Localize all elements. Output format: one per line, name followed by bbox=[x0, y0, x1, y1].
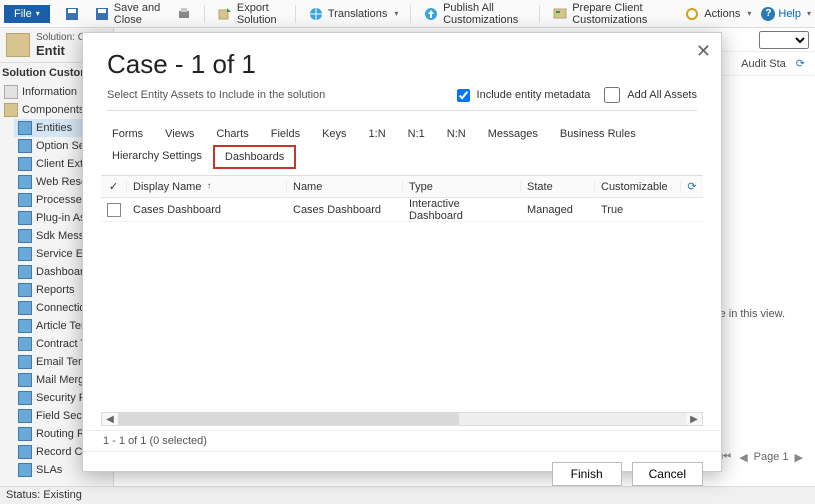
nav-icon bbox=[18, 193, 32, 207]
save-icon bbox=[64, 6, 80, 22]
nav-icon bbox=[18, 265, 32, 279]
tab-n-1[interactable]: N:1 bbox=[397, 123, 436, 145]
publish-icon bbox=[423, 6, 439, 22]
tab-business-rules[interactable]: Business Rules bbox=[549, 123, 647, 145]
view-select[interactable] bbox=[759, 31, 809, 49]
tab-hierarchy-settings[interactable]: Hierarchy Settings bbox=[101, 145, 213, 169]
nav-icon bbox=[18, 409, 32, 423]
dialog-close-button[interactable]: ✕ bbox=[696, 41, 711, 62]
audit-col: Audit Sta bbox=[741, 58, 786, 70]
pager-prev[interactable]: ◀ bbox=[737, 451, 749, 464]
nav-icon bbox=[18, 301, 32, 315]
solution-entity: Entit bbox=[36, 43, 85, 58]
col-name[interactable]: Name bbox=[287, 181, 403, 193]
publish-label: Publish All Customizations bbox=[443, 2, 527, 26]
page-label: Page 1 bbox=[754, 451, 789, 463]
col-customizable[interactable]: Customizable bbox=[595, 181, 681, 193]
dialog-footer: Finish Cancel bbox=[83, 451, 721, 500]
export-icon bbox=[217, 6, 233, 22]
nav-icon bbox=[18, 427, 32, 441]
col-type[interactable]: Type bbox=[403, 181, 521, 193]
components-icon bbox=[4, 103, 18, 117]
prepare-label: Prepare Client Customizations bbox=[572, 2, 670, 26]
prepare-client-button[interactable]: Prepare Client Customizations bbox=[546, 0, 676, 28]
info-icon bbox=[4, 85, 18, 99]
scroll-left-icon[interactable]: ◀ bbox=[102, 414, 118, 425]
solution-label: Solution: C bbox=[36, 32, 85, 43]
save-close-button[interactable]: Save and Close bbox=[88, 0, 168, 28]
tab-n-n[interactable]: N:N bbox=[436, 123, 477, 145]
actions-label: Actions bbox=[704, 8, 740, 20]
nav-icon bbox=[18, 319, 32, 333]
select-all-checkbox[interactable]: ✓ bbox=[101, 180, 127, 193]
empty-hint: e in this view. bbox=[720, 308, 785, 320]
col-display-name[interactable]: Display Name bbox=[127, 181, 287, 193]
tab-dashboards[interactable]: Dashboards bbox=[213, 145, 296, 169]
tab-views[interactable]: Views bbox=[154, 123, 205, 145]
translations-button[interactable]: Translations bbox=[302, 4, 405, 24]
nav-icon bbox=[18, 355, 32, 369]
nav-icon bbox=[18, 247, 32, 261]
scroll-right-icon[interactable]: ▶ bbox=[686, 414, 702, 425]
save-close-label: Save and Close bbox=[114, 2, 162, 26]
export-solution-button[interactable]: Export Solution bbox=[211, 0, 289, 28]
entity-assets-dialog: ✕ Case - 1 of 1 Select Entity Assets to … bbox=[82, 32, 722, 472]
tab-charts[interactable]: Charts bbox=[205, 123, 259, 145]
nav-icon bbox=[18, 139, 32, 153]
help-label: Help bbox=[778, 8, 801, 20]
save-close-icon bbox=[94, 6, 110, 22]
nav-icon bbox=[18, 373, 32, 387]
include-metadata-checkbox[interactable]: Include entity metadata bbox=[453, 86, 591, 105]
nav-icon bbox=[18, 157, 32, 171]
pager-next[interactable]: ▶ bbox=[793, 451, 805, 464]
refresh-icon[interactable]: ⟳ bbox=[796, 57, 805, 70]
dashboard-icon bbox=[107, 203, 121, 217]
tab-1-n[interactable]: 1:N bbox=[358, 123, 397, 145]
save-icon-button[interactable] bbox=[58, 4, 86, 24]
app-toolbar: File Save and Close Export Solution Tran… bbox=[0, 0, 815, 28]
table-row[interactable]: Cases DashboardCases DashboardInteractiv… bbox=[101, 198, 703, 222]
tab-fields[interactable]: Fields bbox=[260, 123, 311, 145]
tab-keys[interactable]: Keys bbox=[311, 123, 357, 145]
nav-icon bbox=[18, 337, 32, 351]
translations-icon bbox=[308, 6, 324, 22]
pager: ⏮ ◀ Page 1 ▶ bbox=[719, 451, 805, 464]
col-state[interactable]: State bbox=[521, 181, 595, 193]
tab-forms[interactable]: Forms bbox=[101, 123, 154, 145]
nav-icon bbox=[18, 175, 32, 189]
cancel-button[interactable]: Cancel bbox=[632, 462, 703, 486]
grid-status: 1 - 1 of 1 (0 selected) bbox=[83, 430, 721, 451]
tab-messages[interactable]: Messages bbox=[477, 123, 549, 145]
grid-header: ✓ Display Name Name Type State Customiza… bbox=[101, 176, 703, 198]
file-menu[interactable]: File bbox=[4, 5, 50, 23]
help-button[interactable]: Help bbox=[761, 7, 811, 21]
nav-icon bbox=[18, 121, 32, 135]
nav-icon bbox=[18, 463, 32, 477]
dialog-title: Case - 1 of 1 bbox=[107, 49, 697, 80]
print-button[interactable] bbox=[170, 4, 198, 24]
asset-tabs: FormsViewsChartsFieldsKeys1:NN:1N:NMessa… bbox=[83, 117, 721, 169]
asset-grid: ✓ Display Name Name Type State Customiza… bbox=[101, 175, 703, 408]
dialog-subtitle: Select Entity Assets to Include in the s… bbox=[107, 89, 443, 101]
finish-button[interactable]: Finish bbox=[552, 462, 622, 486]
publish-all-button[interactable]: Publish All Customizations bbox=[417, 0, 533, 28]
status-text: Status: Existing bbox=[6, 489, 82, 501]
nav-icon bbox=[18, 229, 32, 243]
prepare-icon bbox=[552, 6, 568, 22]
print-icon bbox=[176, 6, 192, 22]
solution-icon bbox=[6, 33, 30, 57]
translations-label: Translations bbox=[328, 8, 388, 20]
grid-hscroll[interactable]: ◀ ▶ bbox=[101, 412, 703, 426]
nav-icon bbox=[18, 391, 32, 405]
export-label: Export Solution bbox=[237, 2, 283, 26]
add-all-assets-checkbox[interactable]: Add All Assets bbox=[600, 84, 697, 106]
nav-icon bbox=[18, 445, 32, 459]
grid-refresh-icon[interactable]: ⟳ bbox=[681, 180, 703, 193]
nav-icon bbox=[18, 211, 32, 225]
nav-icon bbox=[18, 283, 32, 297]
actions-icon bbox=[684, 6, 700, 22]
actions-button[interactable]: Actions bbox=[678, 4, 757, 24]
